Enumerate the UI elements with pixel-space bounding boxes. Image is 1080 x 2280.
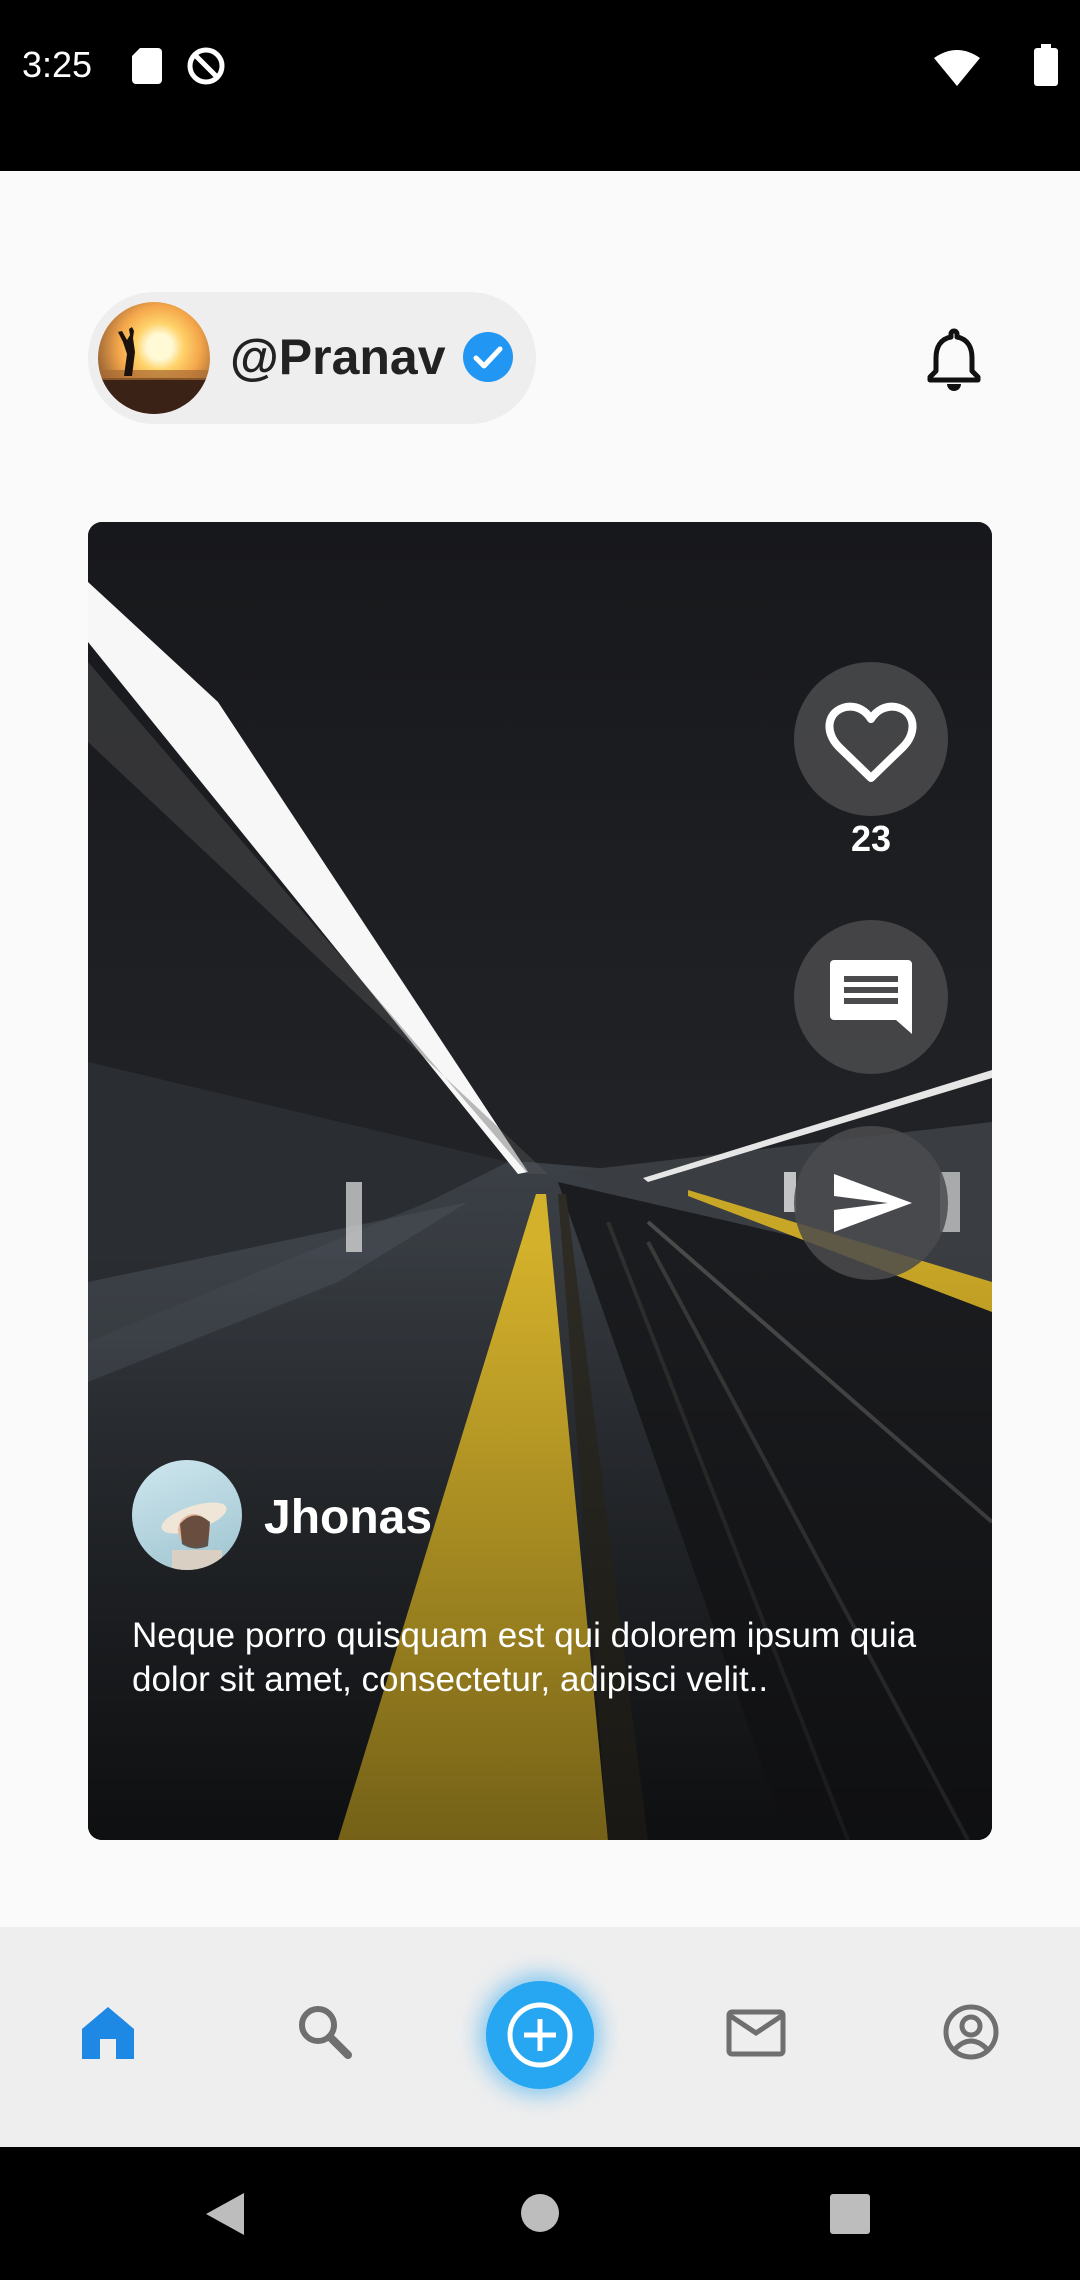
- author-photo: [161, 1502, 227, 1570]
- verified-badge-icon: [463, 332, 513, 382]
- notification-bell-icon[interactable]: [924, 325, 984, 391]
- wifi-icon: [934, 50, 980, 86]
- share-button[interactable]: [794, 1126, 948, 1280]
- avatar-silhouette: [98, 327, 210, 414]
- comment-icon: [830, 960, 912, 1034]
- status-time: 3:25: [22, 44, 93, 85]
- recents-icon[interactable]: [830, 2194, 870, 2234]
- sd-card-icon: [132, 48, 162, 84]
- author-name[interactable]: Jhonas: [264, 1490, 432, 1545]
- author-avatar[interactable]: [132, 1460, 242, 1570]
- home-icon[interactable]: [80, 2005, 136, 2059]
- account-icon[interactable]: [942, 2003, 1000, 2061]
- mail-icon[interactable]: [726, 2009, 786, 2057]
- battery-icon: [1034, 44, 1058, 86]
- avatar[interactable]: [98, 302, 210, 414]
- heart-icon: [825, 702, 917, 782]
- back-icon[interactable]: [204, 2191, 248, 2237]
- post-caption: Neque porro quisquam est qui dolorem ips…: [132, 1616, 917, 1699]
- send-icon: [834, 1174, 912, 1232]
- add-post-button[interactable]: [486, 1981, 594, 2089]
- status-bar: 3:25: [0, 0, 1080, 171]
- comment-button[interactable]: [794, 920, 948, 1074]
- like-count: 23: [850, 818, 892, 859]
- username[interactable]: @Pranav: [230, 328, 446, 386]
- add-icon: [507, 2002, 573, 2068]
- home-system-icon[interactable]: [520, 2193, 560, 2233]
- system-navigation-bar: [0, 2147, 1080, 2280]
- post-card[interactable]: 23 Jhonas Neque porro quisquam est qui d…: [88, 522, 992, 1840]
- do-not-disturb-icon: [187, 47, 225, 85]
- search-icon[interactable]: [296, 2003, 352, 2059]
- like-button[interactable]: [794, 662, 948, 816]
